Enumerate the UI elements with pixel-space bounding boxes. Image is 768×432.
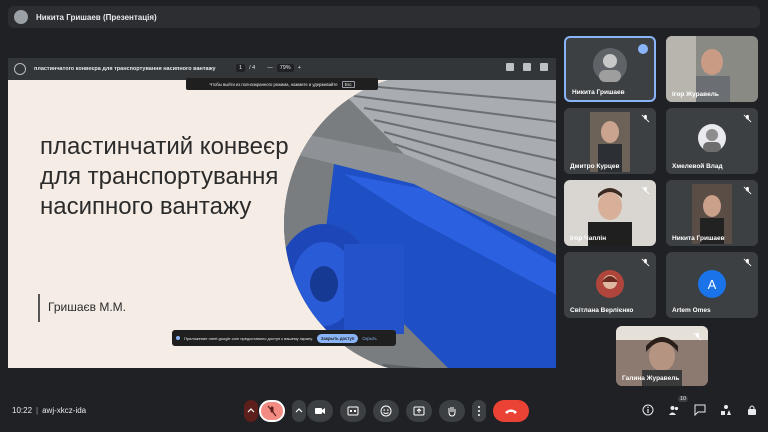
pdf-toolbar: пластинчатого конвеєра для транспортуван…: [8, 58, 556, 80]
captions-icon: [347, 406, 359, 416]
separator: |: [36, 406, 39, 415]
mic-toggle-button[interactable]: [259, 400, 285, 422]
presenter-bar: Никита Гришаев (Презентація): [8, 6, 760, 28]
avatar-initial: A: [707, 276, 717, 292]
side-panel-buttons: [642, 404, 758, 416]
participant-tile[interactable]: Світлана Верлієнко: [564, 252, 656, 318]
participant-name: Ігор Чаплін: [570, 235, 607, 242]
share-indicator-icon: [176, 336, 180, 340]
menu-icon[interactable]: [14, 63, 26, 75]
participant-name: Галина Журавель: [622, 375, 680, 382]
participant-name: Никита Гришаев: [572, 89, 625, 96]
mic-off-icon: [641, 258, 650, 267]
call-controls: [244, 400, 529, 422]
people-icon[interactable]: [668, 404, 680, 416]
reactions-button[interactable]: [373, 400, 399, 422]
chat-icon[interactable]: [694, 404, 706, 416]
slide: пластинчатий конвеєр для транспортування…: [8, 80, 556, 368]
participant-name: Artem Omes: [672, 307, 711, 314]
bottom-bar: 10:22 | awj-xkcz-ida: [0, 394, 768, 432]
participant-count-badge: 10: [678, 396, 689, 402]
meeting-code: awj-xkcz-ida: [42, 406, 87, 415]
participant-tile[interactable]: A Artem Omes: [666, 252, 758, 318]
hangup-icon: [505, 409, 517, 414]
avatar: A: [698, 270, 726, 298]
esc-key: Esc: [341, 80, 355, 88]
presenter-title: Никита Гришаев (Презентація): [36, 12, 157, 22]
presentation-stage: пластинчатого конвеєра для транспортуван…: [8, 58, 556, 368]
speaking-indicator-icon: [638, 44, 648, 54]
participant-name: Ігор Журавель: [672, 91, 719, 98]
participant-name: Світлана Верлієнко: [570, 307, 634, 314]
participant-tile[interactable]: Дмитро Курцев: [564, 108, 656, 174]
slide-author: Гришаєв М.М.: [48, 300, 126, 314]
mic-off-icon: [743, 186, 752, 195]
raise-hand-icon: [448, 407, 456, 417]
zoom-out-button[interactable]: —: [267, 65, 273, 71]
hangup-button[interactable]: [493, 400, 529, 422]
camera-icon: [315, 408, 325, 414]
participant-tile[interactable]: Хмелевой Влад: [666, 108, 758, 174]
zoom-level[interactable]: 79%: [276, 64, 294, 72]
zoom-in-button[interactable]: +: [298, 65, 301, 71]
camera-toggle-button[interactable]: [307, 400, 333, 422]
mic-off-icon: [641, 114, 650, 123]
page-total: / 4: [249, 65, 256, 71]
participant-tile[interactable]: Никита Гришаев: [564, 36, 656, 102]
present-button[interactable]: [406, 400, 432, 422]
mic-off-icon: [267, 405, 277, 417]
self-view-tile[interactable]: Галина Журавель: [616, 326, 708, 386]
info-icon[interactable]: [642, 404, 654, 416]
mic-off-icon: [743, 258, 752, 267]
mic-off-icon: [693, 332, 702, 341]
more-icon[interactable]: [540, 63, 548, 71]
author-divider: [38, 294, 40, 322]
present-icon: [413, 406, 425, 416]
conveyor-photo: [284, 80, 556, 368]
stop-sharing-button[interactable]: Закрыть доступ: [316, 333, 359, 343]
participant-tile[interactable]: Ігор Журавель: [666, 36, 758, 102]
participant-name: Хмелевой Влад: [672, 163, 723, 170]
participant-name: Никита Гришаев: [672, 235, 725, 242]
screen-share-banner: Приложение meet.google.com предоставило …: [172, 330, 396, 346]
lock-icon[interactable]: [746, 404, 758, 416]
pdf-doc-title: пластинчатого конвеєра для транспортуван…: [34, 66, 216, 72]
avatar: [593, 48, 627, 82]
camera-options-button[interactable]: [292, 400, 306, 422]
clock: 10:22: [12, 406, 33, 415]
print-icon[interactable]: [523, 63, 531, 71]
fullscreen-tip: Чтобы выйти из полноэкранного режима, на…: [186, 78, 378, 90]
meet-window: Никита Гришаев (Презентація) пластинчато…: [0, 0, 768, 432]
activities-icon[interactable]: [720, 404, 732, 416]
share-banner-text: Приложение meet.google.com предоставило …: [184, 335, 313, 341]
hide-banner-button[interactable]: Скрыть: [362, 336, 376, 341]
avatar: [596, 270, 624, 298]
presenter-avatar: [14, 10, 28, 24]
slide-title: пластинчатий конвеєр для транспортування…: [40, 133, 289, 220]
avatar: [698, 124, 726, 152]
participant-tile[interactable]: Ігор Чаплін: [564, 180, 656, 246]
meeting-info: 10:22 | awj-xkcz-ida: [12, 406, 86, 415]
participant-tile[interactable]: Никита Гришаев: [666, 180, 758, 246]
pdf-tools: [506, 63, 548, 71]
download-icon[interactable]: [506, 63, 514, 71]
more-icon: [478, 406, 480, 416]
mic-off-icon: [743, 114, 752, 123]
participant-name: Дмитро Курцев: [570, 163, 620, 170]
fullscreen-tip-text: Чтобы выйти из полноэкранного режима, на…: [209, 81, 338, 87]
raise-hand-button[interactable]: [439, 400, 465, 422]
page-number-input[interactable]: 1: [236, 64, 246, 72]
pdf-page-info: 1 / 4 — 79% +: [236, 64, 301, 72]
more-options-button[interactable]: [472, 400, 486, 422]
mic-off-icon: [641, 186, 650, 195]
mic-options-button[interactable]: [244, 400, 258, 422]
captions-button[interactable]: [340, 400, 366, 422]
emoji-icon: [380, 405, 392, 417]
